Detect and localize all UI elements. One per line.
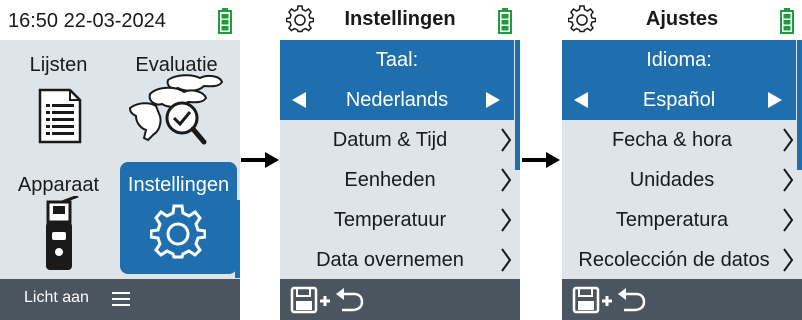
- battery-icon: [218, 8, 232, 34]
- chevron-right-icon: [783, 128, 794, 152]
- menu-item-units[interactable]: Eenheden: [280, 160, 514, 200]
- arrow-right-icon: [241, 152, 279, 168]
- menu-item-units[interactable]: Unidades: [562, 160, 796, 200]
- bottom-bar: [280, 279, 520, 320]
- tile-instellingen-label: Instellingen: [127, 174, 230, 196]
- chevron-right-icon: [783, 208, 794, 232]
- menu-item-temperature[interactable]: Temperatura: [562, 200, 796, 240]
- gear-icon: [286, 5, 314, 33]
- bottom-bar: [562, 279, 802, 320]
- list-document-icon: [38, 88, 82, 144]
- language-value: Español: [642, 89, 716, 111]
- title-bar: Ajustes: [562, 0, 802, 40]
- tile-apparaat[interactable]: Apparaat: [0, 162, 117, 274]
- menu-item-label: Fecha & hora: [611, 129, 733, 151]
- device-icon: [46, 196, 79, 270]
- chevron-right-icon: [501, 248, 512, 272]
- menu-item-label: Data overnemen: [316, 249, 464, 271]
- save-and-back-icon[interactable]: [572, 284, 652, 314]
- cow-evaluation-icon: [128, 74, 224, 145]
- page-title: Instellingen: [344, 8, 456, 30]
- clock-datetime: 16:50 22-03-2024: [8, 10, 166, 32]
- chevron-right-icon: [501, 128, 512, 152]
- menu-item-label: Eenheden: [344, 169, 436, 191]
- gear-icon: [150, 204, 206, 259]
- scrollbar[interactable]: [515, 40, 520, 170]
- menu-item-label: Temperatuur: [333, 209, 447, 231]
- tile-lijsten[interactable]: Lijsten: [0, 42, 117, 154]
- tile-evaluatie[interactable]: Evaluatie: [118, 42, 235, 154]
- status-bar: 16:50 22-03-2024: [0, 0, 240, 40]
- page-title: Ajustes: [645, 8, 719, 30]
- main-menu-screen: 16:50 22-03-2024 Lijsten Evaluatie Appar…: [0, 0, 240, 320]
- save-and-back-icon[interactable]: [290, 284, 370, 314]
- menu-item-label: Recolección de datos: [578, 249, 770, 271]
- tile-instellingen[interactable]: Instellingen: [120, 162, 237, 274]
- language-label: Taal:: [375, 49, 419, 71]
- title-bar: Instellingen: [280, 0, 520, 40]
- menu-item-label: Datum & Tijd: [332, 129, 448, 151]
- settings-screen-es: Ajustes Idioma: Español Fecha & hora Uni…: [562, 0, 802, 320]
- tile-lijsten-label: Lijsten: [29, 54, 88, 76]
- arrow-right-icon[interactable]: [486, 92, 500, 108]
- language-selector[interactable]: Taal: Nederlands: [280, 40, 514, 120]
- bottom-bar: Licht aan: [0, 279, 240, 320]
- menu-icon[interactable]: [112, 291, 130, 307]
- language-value: Nederlands: [345, 89, 449, 111]
- menu-item-data-collection[interactable]: Recolección de datos: [562, 240, 796, 280]
- menu-item-data-import[interactable]: Data overnemen: [280, 240, 514, 280]
- battery-icon: [780, 8, 794, 34]
- scrollbar[interactable]: [797, 40, 802, 170]
- language-selector[interactable]: Idioma: Español: [562, 40, 796, 120]
- chevron-right-icon: [501, 168, 512, 192]
- battery-icon: [498, 8, 512, 34]
- arrow-right-icon: [522, 152, 560, 168]
- tile-apparaat-label: Apparaat: [17, 174, 100, 196]
- scrollbar[interactable]: [235, 200, 240, 278]
- menu-item-date-time[interactable]: Datum & Tijd: [280, 120, 514, 160]
- chevron-right-icon: [783, 248, 794, 272]
- menu-item-temperature[interactable]: Temperatuur: [280, 200, 514, 240]
- menu-item-label: Temperatura: [615, 209, 729, 231]
- gear-icon: [568, 5, 596, 33]
- menu-item-label: Unidades: [629, 169, 715, 191]
- menu-item-date-time[interactable]: Fecha & hora: [562, 120, 796, 160]
- settings-screen-nl: Instellingen Taal: Nederlands Datum & Ti…: [280, 0, 520, 320]
- arrow-right-icon[interactable]: [768, 92, 782, 108]
- chevron-right-icon: [501, 208, 512, 232]
- chevron-right-icon: [783, 168, 794, 192]
- language-label: Idioma:: [646, 49, 712, 71]
- light-on-label[interactable]: Licht aan: [24, 289, 89, 307]
